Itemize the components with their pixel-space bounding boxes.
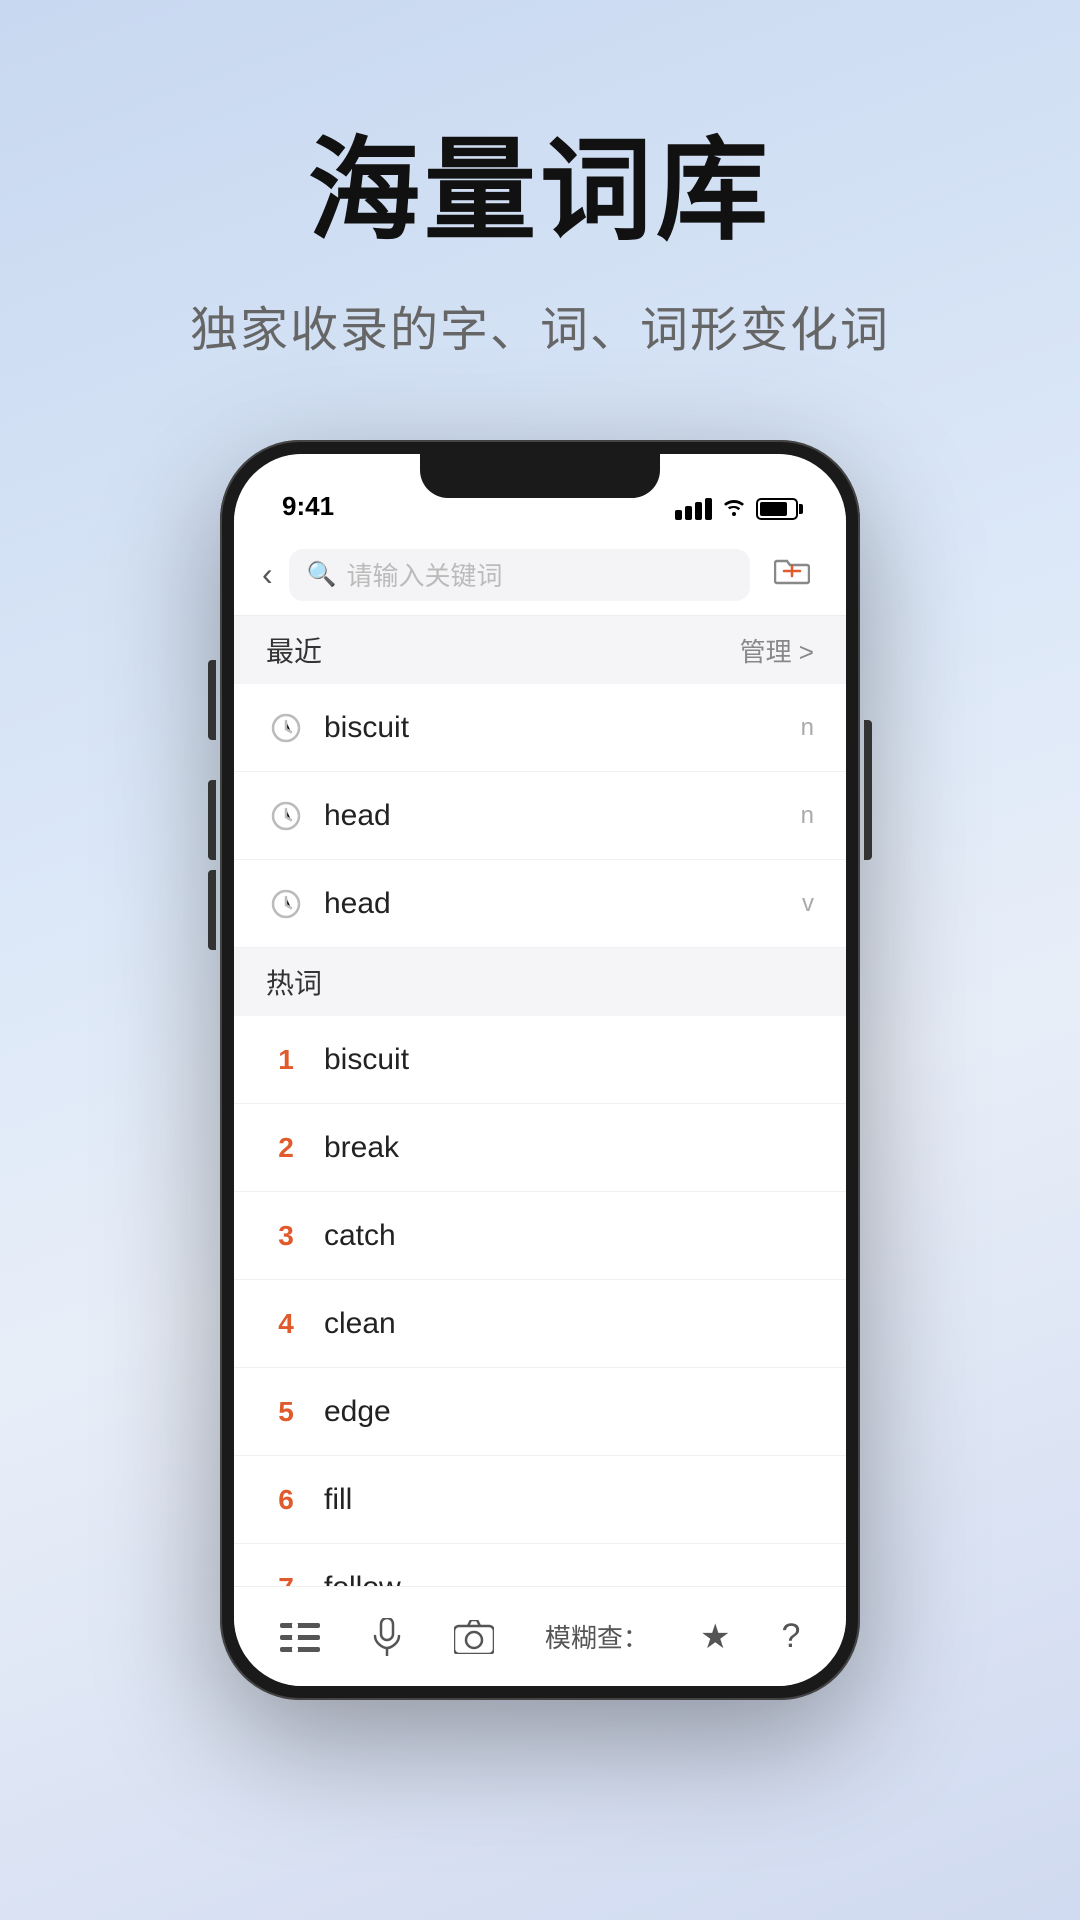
microphone-button[interactable] bbox=[371, 1618, 403, 1656]
hot-item-1[interactable]: 1 biscuit bbox=[234, 1016, 846, 1104]
recent-word-1: biscuit bbox=[324, 711, 801, 745]
search-input-area[interactable]: 🔍 请输入关键词 bbox=[289, 549, 750, 601]
search-bar: ‹ 🔍 请输入关键词 bbox=[234, 534, 846, 616]
page-header: 海量词库 独家收录的字、词、词形变化词 bbox=[190, 100, 890, 360]
hot-word-2: break bbox=[324, 1131, 814, 1165]
status-time: 9:41 bbox=[282, 491, 334, 522]
status-icons bbox=[675, 496, 798, 522]
folder-icon bbox=[774, 555, 810, 595]
recent-item-3[interactable]: head v bbox=[234, 860, 846, 948]
question-button[interactable]: ? bbox=[782, 1617, 801, 1656]
recent-title: 最近 bbox=[266, 630, 322, 670]
recent-tag-3: v bbox=[802, 890, 814, 918]
hot-word-7: follow bbox=[324, 1571, 814, 1587]
recent-item-1[interactable]: biscuit n bbox=[234, 684, 846, 772]
hot-item-5[interactable]: 5 edge bbox=[234, 1368, 846, 1456]
phone-shell: 9:41 ‹ 🔍 请输入关键词 bbox=[220, 440, 860, 1700]
clock-icon-2 bbox=[266, 796, 306, 836]
hot-word-6: fill bbox=[324, 1483, 814, 1517]
notch bbox=[420, 454, 660, 498]
hot-item-3[interactable]: 3 catch bbox=[234, 1192, 846, 1280]
page-subtitle: 独家收录的字、词、词形变化词 bbox=[190, 290, 890, 360]
search-icon: 🔍 bbox=[307, 560, 337, 589]
recent-item-2[interactable]: head n bbox=[234, 772, 846, 860]
bottom-toolbar: 模糊查： ★ ? bbox=[234, 1586, 846, 1686]
rank-3: 3 bbox=[266, 1220, 306, 1252]
star-button[interactable]: ★ bbox=[700, 1617, 730, 1657]
folder-button[interactable] bbox=[766, 549, 818, 601]
recent-tag-1: n bbox=[801, 714, 814, 742]
recent-section-header: 最近 管理 > bbox=[234, 616, 846, 684]
hot-item-7[interactable]: 7 follow bbox=[234, 1544, 846, 1586]
recent-tag-2: n bbox=[801, 802, 814, 830]
search-placeholder: 请输入关键词 bbox=[347, 556, 503, 593]
hot-item-6[interactable]: 6 fill bbox=[234, 1456, 846, 1544]
rank-5: 5 bbox=[266, 1396, 306, 1428]
hot-item-4[interactable]: 4 clean bbox=[234, 1280, 846, 1368]
hot-word-1: biscuit bbox=[324, 1043, 814, 1077]
rank-1: 1 bbox=[266, 1044, 306, 1076]
back-button[interactable]: ‹ bbox=[262, 556, 273, 593]
hot-word-5: edge bbox=[324, 1395, 814, 1429]
content-area: 最近 管理 > biscuit n head n bbox=[234, 616, 846, 1586]
camera-button[interactable] bbox=[454, 1620, 494, 1654]
rank-6: 6 bbox=[266, 1484, 306, 1516]
hot-section-header: 热词 bbox=[234, 948, 846, 1016]
rank-7: 7 bbox=[266, 1572, 306, 1587]
wifi-icon bbox=[722, 496, 746, 522]
phone-screen: 9:41 ‹ 🔍 请输入关键词 bbox=[234, 454, 846, 1686]
page-title: 海量词库 bbox=[190, 100, 890, 262]
signal-icon bbox=[675, 498, 712, 520]
recent-word-2: head bbox=[324, 799, 801, 833]
rank-2: 2 bbox=[266, 1132, 306, 1164]
hot-item-2[interactable]: 2 break bbox=[234, 1104, 846, 1192]
manage-button[interactable]: 管理 > bbox=[740, 632, 814, 669]
clock-icon-1 bbox=[266, 708, 306, 748]
fuzzy-label: 模糊查： bbox=[545, 1618, 649, 1655]
menu-button[interactable] bbox=[280, 1621, 320, 1653]
clock-icon-3 bbox=[266, 884, 306, 924]
status-bar: 9:41 bbox=[234, 454, 846, 534]
hot-title: 热词 bbox=[266, 962, 322, 1002]
hot-word-4: clean bbox=[324, 1307, 814, 1341]
recent-word-3: head bbox=[324, 887, 802, 921]
hot-word-3: catch bbox=[324, 1219, 814, 1253]
battery-icon bbox=[756, 498, 798, 520]
rank-4: 4 bbox=[266, 1308, 306, 1340]
